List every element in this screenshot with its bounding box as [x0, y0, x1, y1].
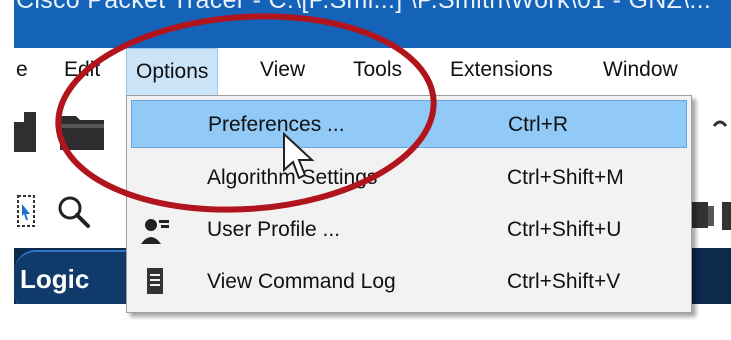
new-file-icon[interactable]: [14, 108, 40, 156]
mouse-cursor-icon: [283, 132, 315, 180]
menu-options[interactable]: Options: [126, 48, 219, 96]
user-profile-icon: [141, 219, 169, 244]
document-icon: [147, 268, 163, 294]
options-dropdown-menu: Preferences ... Ctrl+R Algorithm Setting…: [126, 95, 692, 313]
menu-item-preferences[interactable]: Preferences ... Ctrl+R: [131, 100, 687, 148]
user-profile-label: User Profile ...: [207, 218, 341, 241]
view-command-log-shortcut: Ctrl+Shift+V: [507, 270, 621, 293]
drawing-tool-icon[interactable]: [720, 196, 731, 236]
view-command-log-label: View Command Log: [207, 270, 396, 293]
menu-edit[interactable]: Edit: [64, 58, 100, 82]
menu-window[interactable]: Window: [603, 58, 678, 82]
select-tool-icon[interactable]: [16, 192, 38, 232]
menu-item-user-profile[interactable]: User Profile ... Ctrl+Shift+U: [131, 206, 687, 254]
inspect-icon[interactable]: [54, 192, 94, 232]
undo-icon[interactable]: [710, 114, 728, 144]
logical-tab-label: Logic: [20, 264, 90, 294]
menu-tools[interactable]: Tools: [353, 58, 402, 82]
user-profile-shortcut: Ctrl+Shift+U: [507, 218, 622, 241]
preferences-shortcut: Ctrl+R: [508, 113, 569, 136]
app-window: Cisco Packet Tracer - C:\[P.Smi...] \P.S…: [0, 0, 731, 340]
menu-item-algorithm-settings[interactable]: Algorithm Settings Ctrl+Shift+M: [131, 154, 687, 202]
title-bar: Cisco Packet Tracer - C:\[P.Smi...] \P.S…: [14, 0, 731, 48]
menu-file[interactable]: e: [16, 58, 28, 82]
preferences-label: Preferences ...: [208, 113, 345, 136]
window-left-edge: [0, 0, 14, 340]
open-folder-icon[interactable]: [58, 110, 108, 152]
menu-bar: e Edit View Tools Extensions Window: [14, 48, 731, 96]
menu-view[interactable]: View: [260, 58, 305, 82]
menu-item-view-command-log[interactable]: View Command Log Ctrl+Shift+V: [131, 258, 687, 306]
window-title: Cisco Packet Tracer - C:\[P.Smi...] \P.S…: [16, 0, 712, 14]
menu-extensions[interactable]: Extensions: [450, 58, 553, 82]
algorithm-settings-shortcut: Ctrl+Shift+M: [507, 166, 624, 189]
